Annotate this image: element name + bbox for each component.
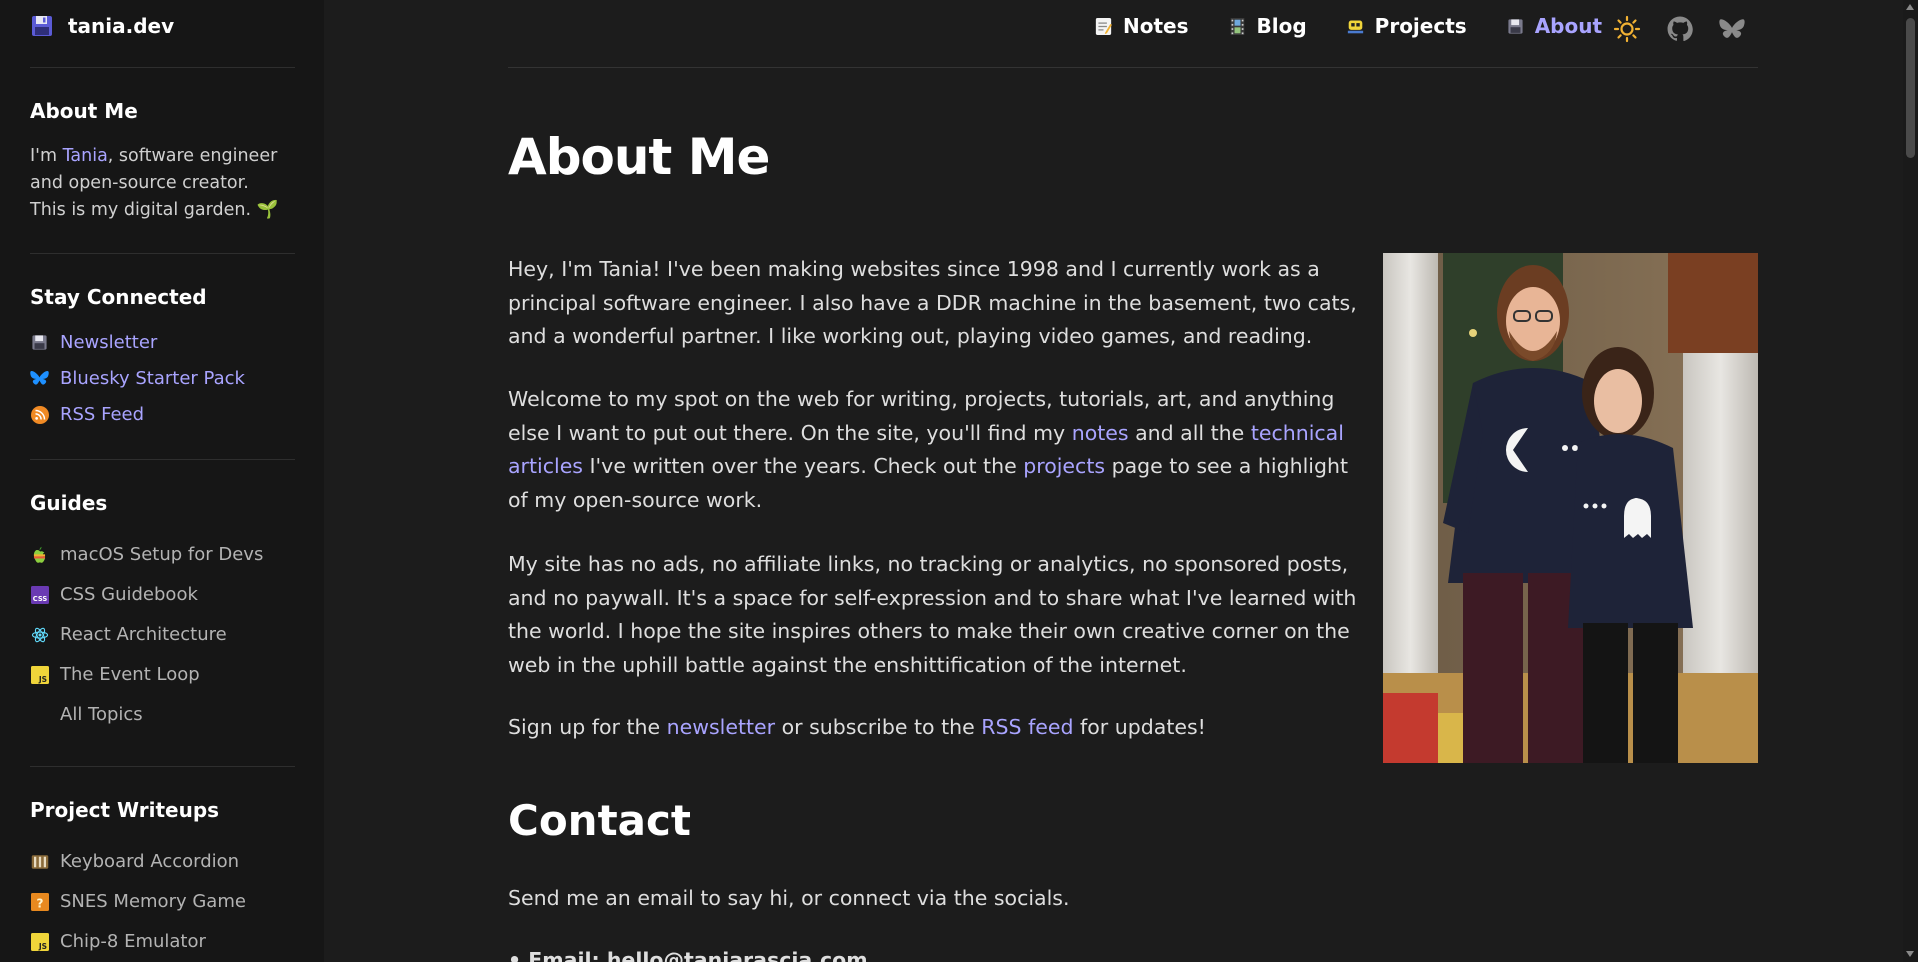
welcome-paragraph: Welcome to my spot on the web for writin… bbox=[508, 383, 1358, 517]
sidebar-item-keyboard-accordion[interactable]: Keyboard Accordion bbox=[30, 851, 239, 872]
page-scrollbar[interactable] bbox=[1903, 0, 1918, 962]
sidebar-item-rss[interactable]: RSS Feed bbox=[30, 404, 144, 425]
brand-link[interactable]: tania.dev bbox=[30, 14, 174, 38]
scroll-up-arrow-icon[interactable] bbox=[1906, 4, 1914, 10]
no-ads-paragraph: My site has no ads, no affiliate links, … bbox=[508, 552, 1357, 677]
sidebar-item-label: SNES Memory Game bbox=[60, 891, 246, 912]
bluesky-icon[interactable] bbox=[1718, 15, 1746, 43]
memo-icon bbox=[1094, 17, 1113, 36]
page-title: About Me bbox=[508, 128, 770, 186]
sidebar-item-all-topics[interactable]: All Topics bbox=[30, 704, 143, 725]
github-icon[interactable] bbox=[1666, 15, 1694, 43]
nav-item-about[interactable]: About bbox=[1506, 14, 1602, 38]
javascript-icon: JS bbox=[30, 665, 49, 684]
nav-actions bbox=[1612, 14, 1746, 44]
sidebar-guides-heading: Guides bbox=[30, 491, 108, 515]
film-frames-icon bbox=[1228, 17, 1247, 36]
sidebar-item-label: Chip-8 Emulator bbox=[60, 931, 206, 952]
svg-text:CSS: CSS bbox=[32, 595, 47, 603]
newsletter-link[interactable]: newsletter bbox=[667, 715, 775, 739]
sidebar-connected-heading: Stay Connected bbox=[30, 285, 207, 309]
tania-link[interactable]: Tania bbox=[63, 146, 108, 166]
javascript-icon: JS bbox=[30, 932, 49, 951]
sidebar-divider bbox=[30, 459, 295, 460]
blank-icon-spacer bbox=[30, 705, 49, 724]
sidebar-item-css[interactable]: CSS CSS Guidebook bbox=[30, 584, 198, 605]
welcome-text-3: I've written over the years. Check out t… bbox=[582, 454, 1024, 478]
scroll-down-arrow-icon[interactable] bbox=[1906, 951, 1914, 957]
top-nav: Notes Blog Projects About bbox=[1094, 14, 1641, 38]
sidebar-divider bbox=[30, 253, 295, 254]
sidebar-about-text: I'm Tania, software engineer and open-so… bbox=[30, 143, 290, 224]
apple-icon bbox=[30, 545, 49, 564]
sidebar-item-react[interactable]: React Architecture bbox=[30, 624, 227, 645]
sidebar-item-macos[interactable]: macOS Setup for Devs bbox=[30, 544, 263, 565]
signup-text-1: Sign up for the bbox=[508, 715, 667, 739]
rss-icon bbox=[30, 405, 49, 424]
sidebar-projects-heading: Project Writeups bbox=[30, 798, 220, 822]
sidebar-item-snes-memory[interactable]: ? SNES Memory Game bbox=[30, 891, 246, 912]
sidebar-item-chip8[interactable]: JS Chip-8 Emulator bbox=[30, 931, 206, 952]
intro-paragraph: Hey, I'm Tania! I've been making website… bbox=[508, 257, 1357, 348]
contact-heading: Contact bbox=[508, 796, 691, 845]
accordion-icon bbox=[30, 852, 49, 871]
sidebar-item-label: CSS Guidebook bbox=[60, 584, 198, 605]
svg-text:?: ? bbox=[36, 896, 43, 910]
sidebar: tania.dev About Me I'm Tania, software e… bbox=[0, 0, 324, 962]
brand-name: tania.dev bbox=[68, 14, 175, 38]
sidebar-item-label: React Architecture bbox=[60, 624, 227, 645]
contact-paragraph: Send me an email to say hi, or connect v… bbox=[508, 886, 1070, 910]
sidebar-about-text-pre: I'm bbox=[30, 146, 63, 166]
contact-email-item[interactable]: • Email: hello@taniarascia.com bbox=[508, 948, 868, 962]
sidebar-item-label: Newsletter bbox=[60, 332, 158, 353]
welcome-text-2: and all the bbox=[1128, 420, 1251, 445]
signup-paragraph: Sign up for the newsletter or subscribe … bbox=[508, 711, 1358, 745]
bluesky-butterfly-icon bbox=[30, 369, 49, 388]
profile-photo bbox=[1383, 253, 1758, 763]
sidebar-item-label: All Topics bbox=[60, 704, 143, 725]
sidebar-item-label: The Event Loop bbox=[60, 664, 200, 685]
nav-item-label: Projects bbox=[1374, 14, 1467, 38]
notes-link[interactable]: notes bbox=[1072, 421, 1129, 445]
sidebar-item-bluesky[interactable]: Bluesky Starter Pack bbox=[30, 368, 245, 389]
signup-text-2: or subscribe to the bbox=[775, 715, 982, 739]
question-block-icon: ? bbox=[30, 892, 49, 911]
sidebar-about-heading: About Me bbox=[30, 99, 138, 123]
nav-item-label: Notes bbox=[1123, 14, 1189, 38]
nav-item-notes[interactable]: Notes bbox=[1094, 14, 1189, 38]
sidebar-divider bbox=[30, 766, 295, 767]
nav-divider bbox=[508, 67, 1758, 68]
sidebar-item-label: Keyboard Accordion bbox=[60, 851, 240, 872]
floppy-disk-icon bbox=[30, 14, 54, 38]
css-icon: CSS bbox=[30, 585, 49, 604]
space-invader-icon bbox=[1346, 17, 1365, 36]
sidebar-item-newsletter[interactable]: Newsletter bbox=[30, 332, 157, 353]
rss-feed-link[interactable]: RSS feed bbox=[981, 715, 1073, 739]
floppy-disk-icon bbox=[30, 333, 49, 352]
nav-item-blog[interactable]: Blog bbox=[1228, 14, 1307, 38]
floppy-disk-icon bbox=[1506, 17, 1525, 36]
svg-text:JS: JS bbox=[37, 941, 46, 950]
sidebar-divider bbox=[30, 67, 295, 68]
nav-item-label: Blog bbox=[1256, 14, 1307, 38]
projects-link[interactable]: projects bbox=[1023, 454, 1105, 478]
sidebar-item-label: RSS Feed bbox=[60, 404, 145, 425]
scroll-thumb[interactable] bbox=[1906, 18, 1915, 158]
sidebar-item-label: macOS Setup for Devs bbox=[60, 544, 264, 565]
react-atom-icon bbox=[30, 625, 49, 644]
svg-text:JS: JS bbox=[37, 674, 46, 683]
signup-text-3: for updates! bbox=[1073, 715, 1206, 739]
sidebar-item-label: Bluesky Starter Pack bbox=[60, 368, 245, 389]
theme-toggle-sun-icon[interactable] bbox=[1612, 14, 1642, 44]
sidebar-item-event-loop[interactable]: JS The Event Loop bbox=[30, 664, 200, 685]
nav-item-label: About bbox=[1534, 14, 1603, 38]
nav-item-projects[interactable]: Projects bbox=[1346, 14, 1467, 38]
